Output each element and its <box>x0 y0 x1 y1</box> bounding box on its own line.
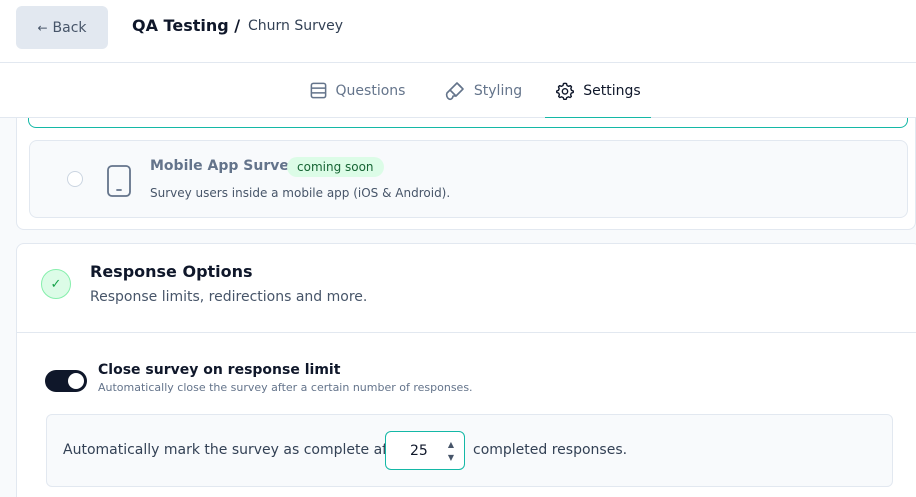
tab-styling[interactable]: Styling <box>443 63 523 118</box>
divider <box>17 332 916 333</box>
settings-content[interactable]: Mobile App Survey coming soon Survey use… <box>0 118 916 497</box>
tab-settings-label: Settings <box>583 82 641 99</box>
mobile-app-survey-option[interactable]: Mobile App Survey coming soon Survey use… <box>29 140 908 218</box>
mobile-app-title: Mobile App Survey <box>150 158 298 174</box>
tab-settings[interactable]: Settings <box>545 63 651 119</box>
back-label: Back <box>52 19 87 36</box>
chevron-up-icon[interactable]: ▲ <box>448 440 454 449</box>
tab-questions[interactable]: Questions <box>307 63 407 118</box>
brush-icon <box>445 81 464 100</box>
close-on-limit-description: Automatically close the survey after a c… <box>98 381 473 394</box>
response-options-subtitle: Response limits, redirections and more. <box>90 289 368 305</box>
response-limit-box: Automatically mark the survey as complet… <box>46 414 893 487</box>
limit-text-before: Automatically mark the survey as complet… <box>63 442 407 458</box>
coming-soon-badge: coming soon <box>287 157 384 177</box>
check-icon: ✓ <box>41 269 71 299</box>
toggle-knob <box>68 373 84 389</box>
list-icon <box>310 82 326 99</box>
close-on-limit-title: Close survey on response limit <box>98 362 341 378</box>
response-limit-value: 25 <box>410 443 428 459</box>
tab-styling-label: Styling <box>473 82 523 99</box>
chevron-down-icon[interactable]: ▼ <box>448 453 454 462</box>
selected-option-edge[interactable] <box>28 118 908 128</box>
close-on-limit-toggle[interactable] <box>45 370 87 392</box>
tab-questions-label: Questions <box>335 82 406 99</box>
phone-icon <box>107 165 131 197</box>
response-options-card: ✓ Response Options Response limits, redi… <box>16 243 916 497</box>
editor-tabs: Questions Styling Settings <box>0 63 916 119</box>
breadcrumb-project[interactable]: QA Testing / <box>132 16 240 35</box>
top-bar: ← Back QA Testing / Churn Survey <box>0 0 916 63</box>
survey-name[interactable]: Churn Survey <box>248 18 343 34</box>
number-stepper[interactable]: ▲ ▼ <box>446 440 456 462</box>
limit-text-after: completed responses. <box>473 442 628 458</box>
gear-icon <box>556 82 575 100</box>
back-button[interactable]: ← Back <box>16 6 108 49</box>
response-options-title[interactable]: Response Options <box>90 262 253 281</box>
mobile-app-radio[interactable] <box>67 171 83 187</box>
arrow-left-icon: ← <box>37 20 48 35</box>
response-limit-input[interactable]: 25 ▲ ▼ <box>385 431 465 470</box>
mobile-app-description: Survey users inside a mobile app (iOS & … <box>150 186 451 200</box>
